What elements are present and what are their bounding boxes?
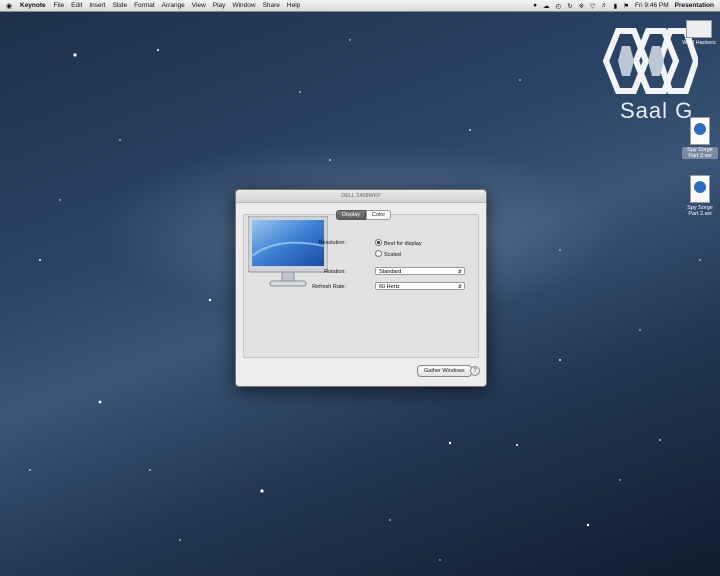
clock[interactable]: Fri 9:46 PM — [635, 2, 669, 9]
presentation-mode[interactable]: Presentation — [675, 2, 714, 9]
desktop-icon-hd[interactable]: WWI Hackers — [680, 20, 718, 46]
flag-icon[interactable]: ⚑ — [623, 2, 629, 10]
drive-icon — [686, 20, 712, 38]
refresh-rate-label: Refresh Rate: — [312, 284, 346, 290]
tab-display[interactable]: Display — [336, 210, 367, 220]
radio-best-for-display[interactable]: Best for display — [375, 239, 422, 247]
menu-insert[interactable]: Insert — [89, 2, 105, 9]
battery-icon[interactable]: ▮ — [614, 2, 618, 10]
wifi-icon[interactable]: ▽ — [590, 2, 595, 10]
monitor-icon — [248, 216, 328, 287]
desktop-icon-video-2[interactable]: Spy Sorge Part 2.avi — [682, 175, 718, 217]
menu-view[interactable]: View — [192, 2, 206, 9]
menu-window[interactable]: Window — [232, 2, 255, 9]
menu-help[interactable]: Help — [287, 2, 300, 9]
window-title[interactable]: DELL 2408WFP — [236, 190, 486, 203]
volume-icon[interactable]: ♬ — [601, 2, 608, 9]
cloud-icon[interactable]: ☁ — [543, 2, 550, 10]
tab-bar: Display Color — [336, 210, 392, 220]
menu-file[interactable]: File — [54, 2, 64, 9]
video-file-icon — [690, 117, 710, 145]
rotation-select[interactable]: Standard ⇵ — [375, 267, 465, 275]
menu-format[interactable]: Format — [134, 2, 155, 9]
tab-color[interactable]: Color — [366, 210, 392, 220]
status-area: ● ☁ ◴ ↻ ※ ▽ ♬ ▮ ⚑ Fri 9:46 PM Presentati… — [533, 0, 714, 11]
rotation-label: Rotation: — [323, 269, 346, 275]
menu-bar: ◉ Keynote File Edit Insert Slide Format … — [0, 0, 720, 12]
skype-icon[interactable]: ● — [533, 2, 537, 9]
radio-icon — [375, 239, 382, 246]
menu-edit[interactable]: Edit — [71, 2, 82, 9]
sync-icon[interactable]: ↻ — [567, 2, 572, 10]
video-file-icon — [690, 175, 710, 203]
gather-windows-button[interactable]: Gather Windows — [417, 365, 472, 377]
menu-share[interactable]: Share — [263, 2, 280, 9]
updown-arrows-icon: ⇵ — [457, 269, 462, 275]
apple-icon[interactable]: ◉ — [6, 2, 14, 10]
desktop-icon-video-1[interactable]: Spy Sorge Part 2.avi — [682, 117, 718, 159]
menu-slide[interactable]: Slide — [113, 2, 127, 9]
timemachine-icon[interactable]: ◴ — [556, 2, 562, 10]
help-button[interactable]: ? — [470, 366, 480, 376]
menu-play[interactable]: Play — [213, 2, 226, 9]
radio-scaled[interactable]: Scaled — [375, 250, 401, 258]
resolution-label: Resolution: — [318, 240, 346, 246]
updown-arrows-icon: ⇵ — [457, 284, 462, 290]
display-preferences-window: DELL 2408WFP Display Color Resolution: B… — [235, 189, 487, 387]
bluetooth-icon[interactable]: ※ — [579, 2, 584, 10]
menu-arrange[interactable]: Arrange — [162, 2, 185, 9]
menu-app-name[interactable]: Keynote — [20, 2, 46, 9]
refresh-rate-select[interactable]: 60 Hertz ⇵ — [375, 282, 465, 290]
radio-icon — [375, 250, 382, 257]
